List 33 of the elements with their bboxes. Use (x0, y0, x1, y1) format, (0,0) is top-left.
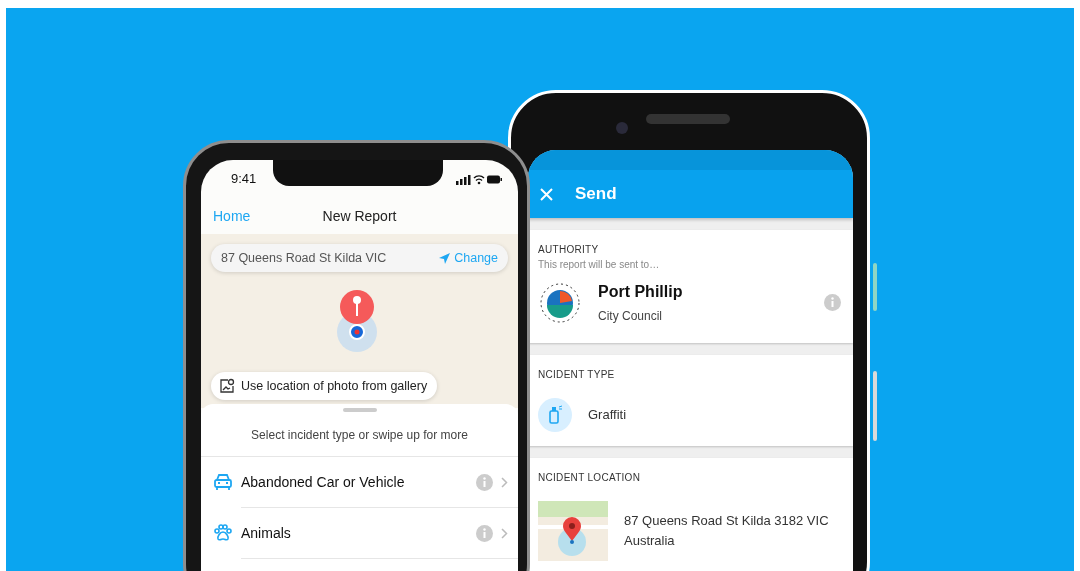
section-heading: NCIDENT LOCATION (538, 471, 642, 485)
authority-detail: City Council (598, 308, 664, 325)
status-time: 9:41 (231, 170, 257, 189)
chevron-icon (501, 476, 508, 488)
authority-name: Port Phillip (598, 282, 684, 302)
info-icon[interactable] (476, 473, 493, 491)
section-subheading: This report will be sent to… (538, 258, 661, 272)
location-arrow-icon (439, 252, 451, 264)
camera-icon (616, 122, 628, 134)
section-heading: AUTHORITY (538, 243, 600, 257)
drag-handle[interactable] (342, 408, 377, 412)
sheet-prompt: Select incident type or swipe up for more (201, 412, 518, 457)
photo-location-button[interactable]: Use location of photo from gallery (211, 372, 438, 400)
info-icon[interactable] (824, 294, 841, 311)
incident-type-value: Graffiti (588, 406, 627, 425)
map-thumbnail (538, 501, 608, 561)
info-icon[interactable] (476, 524, 493, 542)
paw-icon (213, 524, 233, 542)
incident-type-item[interactable]: Abandoned Car or Vehicle (201, 457, 518, 507)
close-icon[interactable] (540, 187, 553, 201)
spray-can-icon (538, 398, 572, 432)
car-icon (213, 473, 233, 491)
address-line: Australia (624, 532, 676, 550)
chevron-icon (501, 527, 508, 539)
incident-type-item[interactable]: Animals (201, 508, 518, 558)
address-line: 87 Queens Road St Kilda 3182 VIC (624, 511, 829, 530)
status-icons (456, 173, 502, 185)
image-search-icon (219, 378, 235, 394)
screen-title: Send (575, 183, 617, 206)
council-logo-icon (538, 280, 582, 325)
section-heading: NCIDENT TYPE (538, 368, 616, 382)
address-field[interactable]: 87 Queens Road St Kilda VIC Change (211, 244, 508, 272)
screen-title: New Report (322, 206, 397, 226)
